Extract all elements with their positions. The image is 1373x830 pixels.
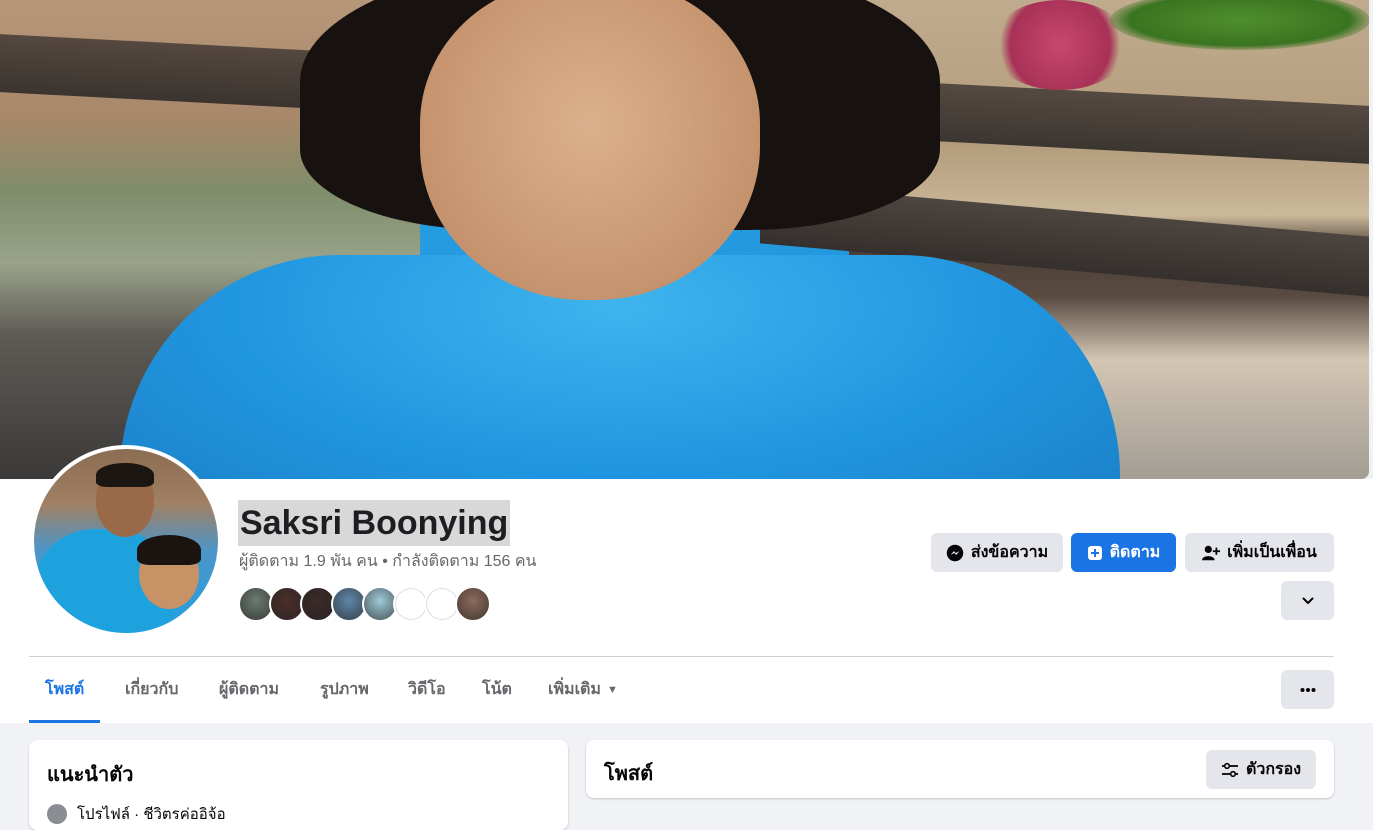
tab-label: ผู้ติดตาม xyxy=(219,681,280,698)
header-divider xyxy=(29,656,1334,657)
caret-down-icon: ▼ xyxy=(606,684,618,696)
cover-subject-face xyxy=(420,0,760,300)
follow-icon xyxy=(1087,545,1102,560)
add-friend-button-label: เพิ่มเป็นเพื่อน xyxy=(1227,544,1317,561)
follow-button-label: ติดตาม xyxy=(1109,544,1161,561)
avatar-child-hair xyxy=(137,535,201,565)
more-options-dropdown-button[interactable] xyxy=(1281,581,1334,620)
cover-photo[interactable] xyxy=(0,0,1369,479)
info-icon xyxy=(47,804,67,824)
tab-label: โพสต์ xyxy=(45,681,85,698)
tabs-overflow-button[interactable] xyxy=(1281,670,1334,709)
intro-item: โปรไฟล์ · ชีวิตรค่ออิจ้อ xyxy=(47,802,226,826)
intro-title: แนะนำตัว xyxy=(47,764,134,786)
tab-more[interactable]: เพิ่มเติม ▼ xyxy=(532,658,634,720)
filter-button[interactable]: ตัวกรอง xyxy=(1206,750,1316,789)
tab-videos[interactable]: วิดีโอ xyxy=(392,658,462,720)
friend-avatar[interactable] xyxy=(455,586,491,622)
messenger-icon xyxy=(946,544,964,561)
tab-label: วิดีโอ xyxy=(408,681,446,698)
tab-about[interactable]: เกี่ยวกับ xyxy=(109,658,194,720)
message-button[interactable]: ส่งข้อความ xyxy=(931,533,1063,572)
tab-followers[interactable]: ผู้ติดตาม xyxy=(203,658,295,720)
tab-label: โน้ต xyxy=(482,681,512,698)
cover-flower xyxy=(990,0,1130,90)
tab-label: รูปภาพ xyxy=(320,681,369,698)
tab-label: เพิ่มเติม xyxy=(548,681,601,699)
ellipsis-icon xyxy=(1300,687,1315,692)
posts-title: โพสต์ xyxy=(604,763,654,785)
tab-notes[interactable]: โน้ต xyxy=(466,658,528,720)
profile-stats[interactable]: ผู้ติดตาม 1.9 พัน คน • กำลังติดตาม 156 ค… xyxy=(239,551,537,573)
profile-name: Saksri Boonying xyxy=(238,500,511,546)
filter-button-label: ตัวกรอง xyxy=(1245,761,1302,778)
filter-icon xyxy=(1221,762,1238,777)
tab-posts[interactable]: โพสต์ xyxy=(29,658,101,723)
add-friend-icon xyxy=(1202,545,1221,560)
follow-button[interactable]: ติดตาม xyxy=(1071,533,1176,572)
avatar-person-hair xyxy=(96,463,154,487)
chevron-down-icon xyxy=(1302,597,1313,604)
intro-item-text: โปรไฟล์ · ชีวิตรค่ออิจ้อ xyxy=(77,806,226,823)
tab-label: เกี่ยวกับ xyxy=(125,681,179,698)
profile-tabs: โพสต์ เกี่ยวกับ ผู้ติดตาม รูปภาพ วิดีโอ … xyxy=(29,658,1029,723)
message-button-label: ส่งข้อความ xyxy=(970,544,1049,561)
profile-avatar[interactable] xyxy=(34,449,218,633)
tab-photos[interactable]: รูปภาพ xyxy=(304,658,385,720)
add-friend-button[interactable]: เพิ่มเป็นเพื่อน xyxy=(1185,533,1334,572)
